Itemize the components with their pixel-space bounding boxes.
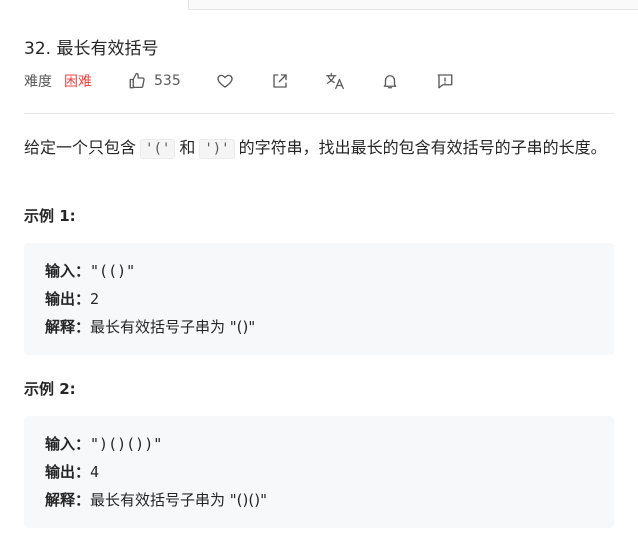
output-label: 输出：	[45, 463, 91, 481]
input-value: "(()"	[90, 262, 136, 280]
description-prefix: 给定一个只包含	[24, 138, 137, 157]
output-value: 4	[90, 463, 100, 481]
description-suffix: 的字符串，找出最长的包含有效括号的子串的长度。	[238, 138, 607, 157]
share-button[interactable]	[269, 70, 291, 92]
example-2-output-line: 输出：4	[45, 458, 593, 486]
output-value: 2	[90, 290, 100, 308]
inline-code-open-paren: '('	[140, 139, 176, 159]
example-1-explain-line: 解释：最长有效括号子串为 "()"	[45, 313, 593, 341]
example-1-output-line: 输出：2	[45, 285, 593, 313]
favorite-button[interactable]	[214, 70, 236, 92]
heart-icon	[217, 74, 233, 88]
input-label: 输入：	[45, 262, 91, 280]
like-count: 535	[154, 73, 181, 89]
problem-title: 32. 最长有效括号	[24, 39, 159, 59]
top-panel-edge	[188, 0, 638, 10]
example-2-explain-line: 解释：最长有效括号子串为 "()()"	[45, 486, 593, 514]
inline-code-close-paren: ')'	[199, 139, 235, 159]
explain-label: 解释：	[45, 318, 91, 336]
like-button[interactable]: 535	[128, 72, 181, 90]
example-1-title: 示例 1:	[24, 207, 76, 225]
example-2-input-line: 输入：")()())"	[45, 430, 593, 458]
divider	[24, 113, 614, 114]
thumbs-up-icon	[129, 72, 145, 89]
translate-icon	[325, 72, 344, 90]
feedback-icon	[437, 74, 453, 89]
explain-value: 最长有效括号子串为 "()()"	[90, 491, 267, 509]
share-icon	[273, 74, 287, 88]
input-value: ")()())"	[90, 435, 163, 453]
problem-description: 给定一个只包含 '(' 和 ')' 的字符串，找出最长的包含有效括号的子串的长度。	[24, 134, 614, 163]
output-label: 输出：	[45, 290, 91, 308]
example-1-input-line: 输入："(()"	[45, 257, 593, 285]
difficulty-badge: 困难	[64, 74, 92, 90]
description-and: 和	[179, 138, 196, 157]
bell-icon	[383, 75, 397, 89]
explain-value: 最长有效括号子串为 "()"	[90, 318, 256, 336]
notification-button[interactable]	[379, 70, 401, 92]
explain-label: 解释：	[45, 491, 91, 509]
problem-meta-bar: 难度 困难 535	[24, 70, 456, 92]
example-2-block: 输入：")()())" 输出：4 解释：最长有效括号子串为 "()()"	[24, 416, 614, 528]
translate-button[interactable]	[324, 70, 346, 92]
example-1-block: 输入："(()" 输出：2 解释：最长有效括号子串为 "()"	[24, 243, 614, 355]
input-label: 输入：	[45, 435, 91, 453]
feedback-button[interactable]	[434, 70, 456, 92]
example-2-title: 示例 2:	[24, 380, 76, 398]
difficulty-label: 难度	[24, 74, 52, 90]
